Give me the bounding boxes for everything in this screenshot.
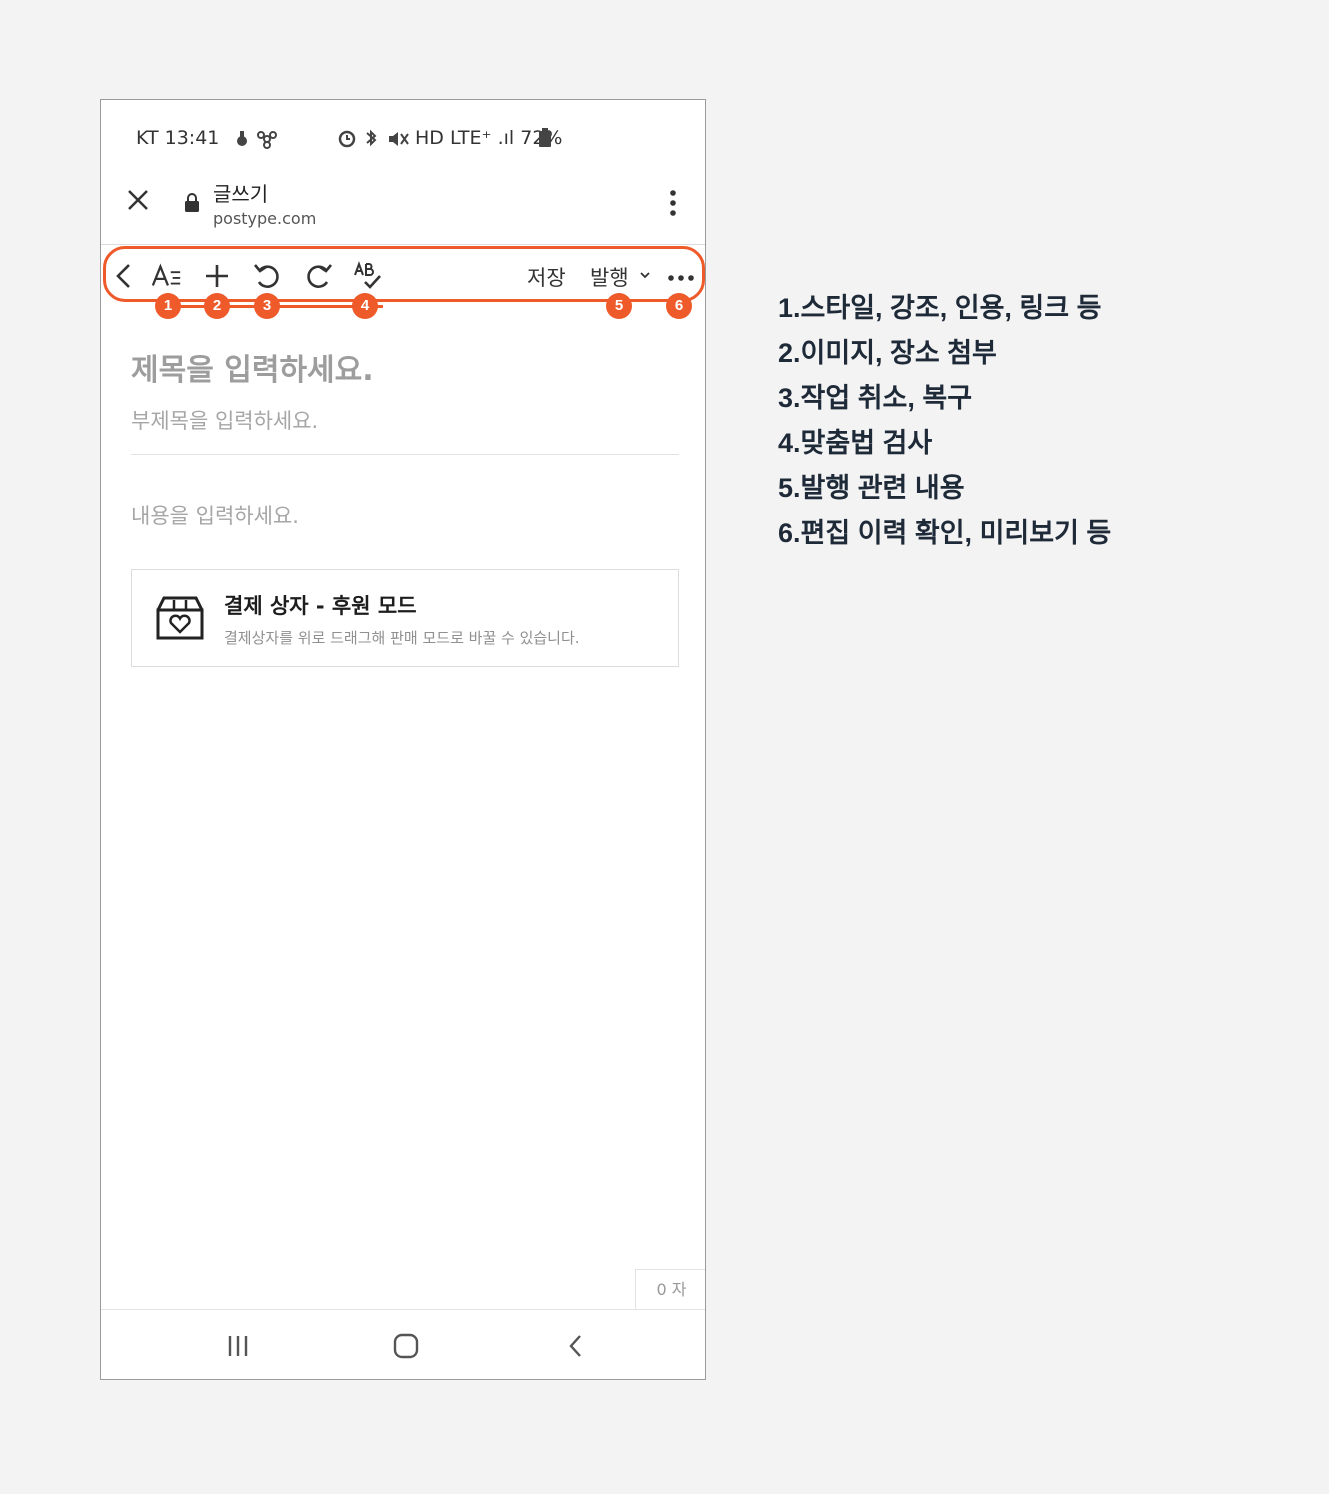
android-nav-bar xyxy=(101,1309,705,1379)
status-bar: KT 13:41 HD LTE⁺ .ıl 72% xyxy=(101,100,705,168)
badge-4: 4 xyxy=(352,293,378,319)
badge-1: 1 xyxy=(155,293,181,319)
plus-icon[interactable] xyxy=(201,260,233,292)
badge-5: 5 xyxy=(606,293,632,319)
annotation-legend: 1.스타일, 강조, 인용, 링크 등 2.이미지, 장소 첨부 3.작업 취소… xyxy=(778,288,1111,558)
legend-item: 6.편집 이력 확인, 미리보기 등 xyxy=(778,518,1112,548)
payment-box[interactable]: 결제 상자 - 후원 모드 결제상자를 위로 드래그해 판매 모드로 바꿀 수 … xyxy=(131,569,679,667)
more-horizontal-icon[interactable] xyxy=(665,260,697,292)
heart-box-icon xyxy=(156,596,204,640)
legend-item: 1.스타일, 강조, 인용, 링크 등 xyxy=(778,293,1102,323)
redo-icon[interactable] xyxy=(303,260,335,292)
notification-icons xyxy=(237,131,277,149)
back-icon[interactable] xyxy=(109,260,141,292)
carrier-time: KT 13:41 xyxy=(136,127,220,149)
legend-item: 4.맞춤법 검사 xyxy=(778,428,933,458)
badge-2: 2 xyxy=(204,293,230,319)
publish-button[interactable]: 발행 xyxy=(590,262,629,292)
home-icon[interactable] xyxy=(391,1332,421,1360)
phone-screenshot: KT 13:41 HD LTE⁺ .ıl 72% 글쓰기 postype.com… xyxy=(100,99,706,1380)
browser-url-bar: 글쓰기 postype.com xyxy=(101,168,705,245)
payment-box-title: 결제 상자 - 후원 모드 xyxy=(224,594,417,618)
battery-icon xyxy=(539,128,551,147)
chevron-down-icon[interactable] xyxy=(639,271,651,281)
undo-icon[interactable] xyxy=(251,260,283,292)
system-icons xyxy=(338,129,409,148)
save-button[interactable]: 저장 xyxy=(527,262,566,292)
close-icon[interactable] xyxy=(124,186,152,214)
badge-6: 6 xyxy=(666,293,692,319)
legend-item: 3.작업 취소, 복구 xyxy=(778,383,973,413)
spellcheck-icon[interactable] xyxy=(353,260,385,292)
page-host: postype.com xyxy=(213,209,317,228)
page-title: 글쓰기 xyxy=(213,182,269,206)
legend-item: 5.발행 관련 내용 xyxy=(778,473,965,503)
more-vertical-icon[interactable] xyxy=(669,188,677,218)
text-style-icon[interactable] xyxy=(151,260,183,292)
title-input[interactable]: 제목을 입력하세요. xyxy=(131,345,374,389)
char-counter: 0 자 xyxy=(635,1269,705,1309)
payment-box-description: 결제상자를 위로 드래그해 판매 모드로 바꿀 수 있습니다. xyxy=(224,629,580,647)
badge-3: 3 xyxy=(254,293,280,319)
lock-icon xyxy=(185,193,199,212)
title-divider xyxy=(131,454,679,455)
nav-back-icon[interactable] xyxy=(561,1332,591,1360)
body-input[interactable]: 내용을 입력하세요. xyxy=(131,500,299,530)
recent-apps-icon[interactable] xyxy=(223,1332,253,1360)
legend-item: 2.이미지, 장소 첨부 xyxy=(778,338,997,368)
subtitle-input[interactable]: 부제목을 입력하세요. xyxy=(131,405,318,435)
